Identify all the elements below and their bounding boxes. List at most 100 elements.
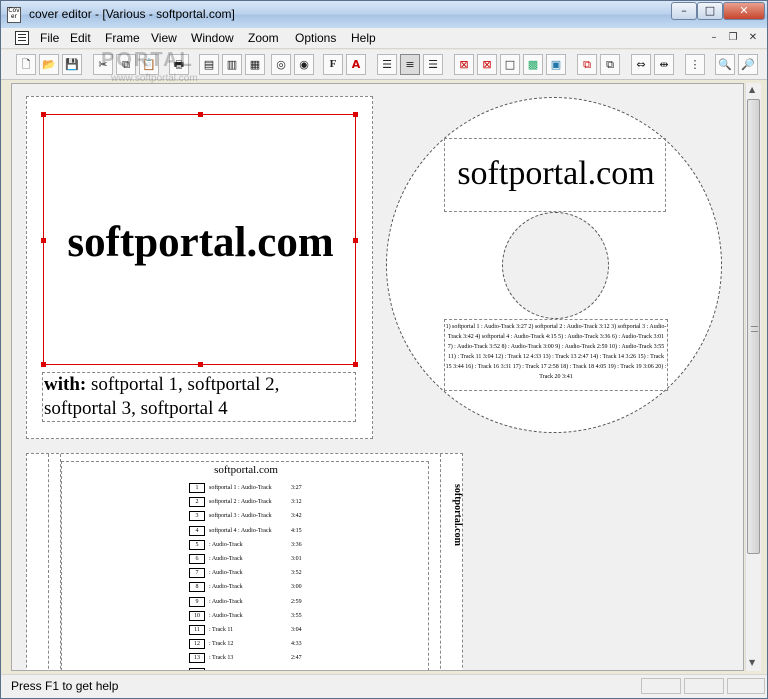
- no-border-icon[interactable]: ⊠: [477, 54, 497, 75]
- image-icon[interactable]: ▣: [546, 54, 566, 75]
- maximize-button[interactable]: □: [697, 2, 723, 20]
- cd-title-frame[interactable]: softportal.com: [444, 138, 666, 212]
- fit-width-icon[interactable]: ⇔: [631, 54, 651, 75]
- track-time: 4:15: [291, 527, 302, 534]
- minimize-button[interactable]: –: [671, 2, 697, 20]
- track-time: 3:01: [291, 556, 302, 562]
- track-name: : Audio-Track: [209, 598, 243, 605]
- scroll-up-icon[interactable]: ▲: [749, 85, 755, 94]
- track-time: 2:47: [291, 655, 302, 662]
- back-cover-icon[interactable]: ▥: [222, 54, 242, 75]
- menu-zoom[interactable]: Zoom: [248, 31, 279, 45]
- mdi-close-button[interactable]: ✕: [745, 32, 761, 46]
- inlay-icon[interactable]: ▦: [245, 54, 265, 75]
- cover-title: softportal.com: [67, 219, 334, 266]
- cd-tracks-frame[interactable]: 1) softportal 1 : Audio-Track 3:27 2) so…: [444, 319, 668, 391]
- status-pane: [727, 678, 765, 694]
- open-folder-icon[interactable]: 📂: [39, 54, 59, 75]
- font-icon[interactable]: F: [323, 54, 343, 75]
- document-menu-icon[interactable]: [15, 31, 29, 45]
- save-icon[interactable]: 💾: [62, 54, 82, 75]
- background-color-icon[interactable]: ▩: [523, 54, 543, 75]
- menu-frame[interactable]: Frame: [105, 31, 140, 45]
- resize-handle[interactable]: [41, 112, 46, 117]
- track-number: 11: [189, 625, 205, 635]
- cover-title-frame[interactable]: softportal.com: [41, 112, 358, 367]
- track-number: 10: [189, 610, 205, 621]
- track-name: : Audio-Track: [209, 556, 243, 562]
- with-label: with:: [44, 374, 87, 395]
- align-right-icon[interactable]: ☰: [423, 54, 443, 75]
- track-name: : Audio-Track: [209, 584, 243, 591]
- track-time: 2:59: [291, 598, 302, 605]
- track-number: 1: [189, 483, 205, 493]
- track-name: : Audio-Track: [209, 541, 243, 548]
- track-number: 3: [189, 511, 205, 522]
- cover-artists-frame[interactable]: with: softportal 1, softportal 2, softpo…: [42, 372, 356, 422]
- track-time: 3:36: [291, 541, 302, 548]
- menu-window[interactable]: Window: [191, 31, 234, 45]
- cd-label[interactable]: softportal.com 1) softportal 1 : Audio-T…: [386, 97, 722, 433]
- cd-title: softportal.com: [457, 155, 655, 192]
- resize-handle[interactable]: [198, 362, 203, 367]
- resize-handle[interactable]: [41, 362, 46, 367]
- scroll-down-icon[interactable]: ▼: [749, 658, 755, 667]
- frame-border-icon[interactable]: □: [500, 54, 520, 75]
- zoom-in-icon[interactable]: 🔎: [738, 54, 758, 75]
- track-name: : Track 14: [209, 668, 233, 671]
- track-time: 3:26: [291, 668, 302, 671]
- mdi-minimize-button[interactable]: –: [706, 32, 722, 46]
- zoom-out-icon[interactable]: 🔍: [715, 54, 735, 75]
- align-left-icon[interactable]: ☰: [377, 54, 397, 75]
- track-name: softportal 4 : Audio-Track: [209, 527, 272, 534]
- text-color-icon[interactable]: A: [346, 54, 366, 75]
- menu-help[interactable]: Help: [351, 31, 376, 45]
- title-bar[interactable]: Cov er cover editor - [Various - softpor…: [1, 1, 767, 28]
- cd-tracks-icon[interactable]: ◉: [294, 54, 314, 75]
- cd-center-hole: [502, 212, 609, 319]
- track-number: 12: [189, 639, 205, 650]
- track-time: 3:00: [291, 584, 302, 591]
- watermark: PORTAL www.softportal.com: [101, 49, 198, 84]
- resize-handle[interactable]: [198, 112, 203, 117]
- track-name: : Audio-Track: [209, 570, 243, 577]
- inlay-right-spine[interactable]: softportal.com: [440, 454, 464, 670]
- delete-frame-icon[interactable]: ⊠: [454, 54, 474, 75]
- scroll-thumb[interactable]: [747, 99, 760, 554]
- new-file-icon[interactable]: 🗋: [16, 54, 36, 75]
- track-number: 2: [189, 497, 205, 508]
- track-name: : Track 11: [209, 627, 234, 633]
- mdi-restore-button[interactable]: ❐: [725, 32, 741, 46]
- front-cover-icon[interactable]: ▤: [199, 54, 219, 75]
- close-button[interactable]: ✕: [723, 2, 765, 20]
- track-list-icon[interactable]: ⋮: [685, 54, 705, 75]
- track-number: 9: [189, 596, 205, 607]
- track-time: 3:52: [291, 570, 302, 577]
- fit-page-icon[interactable]: ⇹: [654, 54, 674, 75]
- menu-file[interactable]: File: [40, 31, 59, 45]
- inlay-title: softportal.com: [214, 464, 278, 476]
- bring-front-icon[interactable]: ⧉: [577, 54, 597, 75]
- send-back-icon[interactable]: ⧉: [600, 54, 620, 75]
- track-number: 13: [189, 653, 205, 664]
- vertical-scrollbar[interactable]: ▲ ▼: [745, 83, 761, 671]
- inlay-tracklist-frame[interactable]: softportal.com 1 softportal 1 : Audio-Tra…: [61, 461, 429, 671]
- menu-edit[interactable]: Edit: [70, 31, 91, 45]
- resize-handle[interactable]: [353, 112, 358, 117]
- app-icon[interactable]: Cov er: [7, 7, 21, 23]
- front-cover[interactable]: softportal.com with: softportal 1, softp…: [26, 96, 373, 439]
- back-inlay[interactable]: softportal.com 1 softportal 1 : Audio-Tra…: [26, 453, 464, 671]
- menu-options[interactable]: Options: [295, 31, 336, 45]
- track-name: : Track 12: [209, 641, 234, 648]
- align-center-icon[interactable]: ≡: [400, 54, 420, 75]
- track-time: 3:27: [291, 485, 302, 491]
- grip-icon: [751, 326, 758, 332]
- window-title: cover editor - [Various - softportal.com…: [29, 7, 235, 21]
- resize-handle[interactable]: [353, 362, 358, 367]
- menu-view[interactable]: View: [151, 31, 177, 45]
- cd-tracks-text: 1) softportal 1 : Audio-Track 3:27 2) so…: [445, 324, 667, 380]
- inlay-left-edge: [49, 454, 61, 670]
- cd-label-icon[interactable]: ◎: [271, 54, 291, 75]
- inlay-left-spine: [27, 454, 49, 670]
- track-time: 3:12: [291, 499, 302, 506]
